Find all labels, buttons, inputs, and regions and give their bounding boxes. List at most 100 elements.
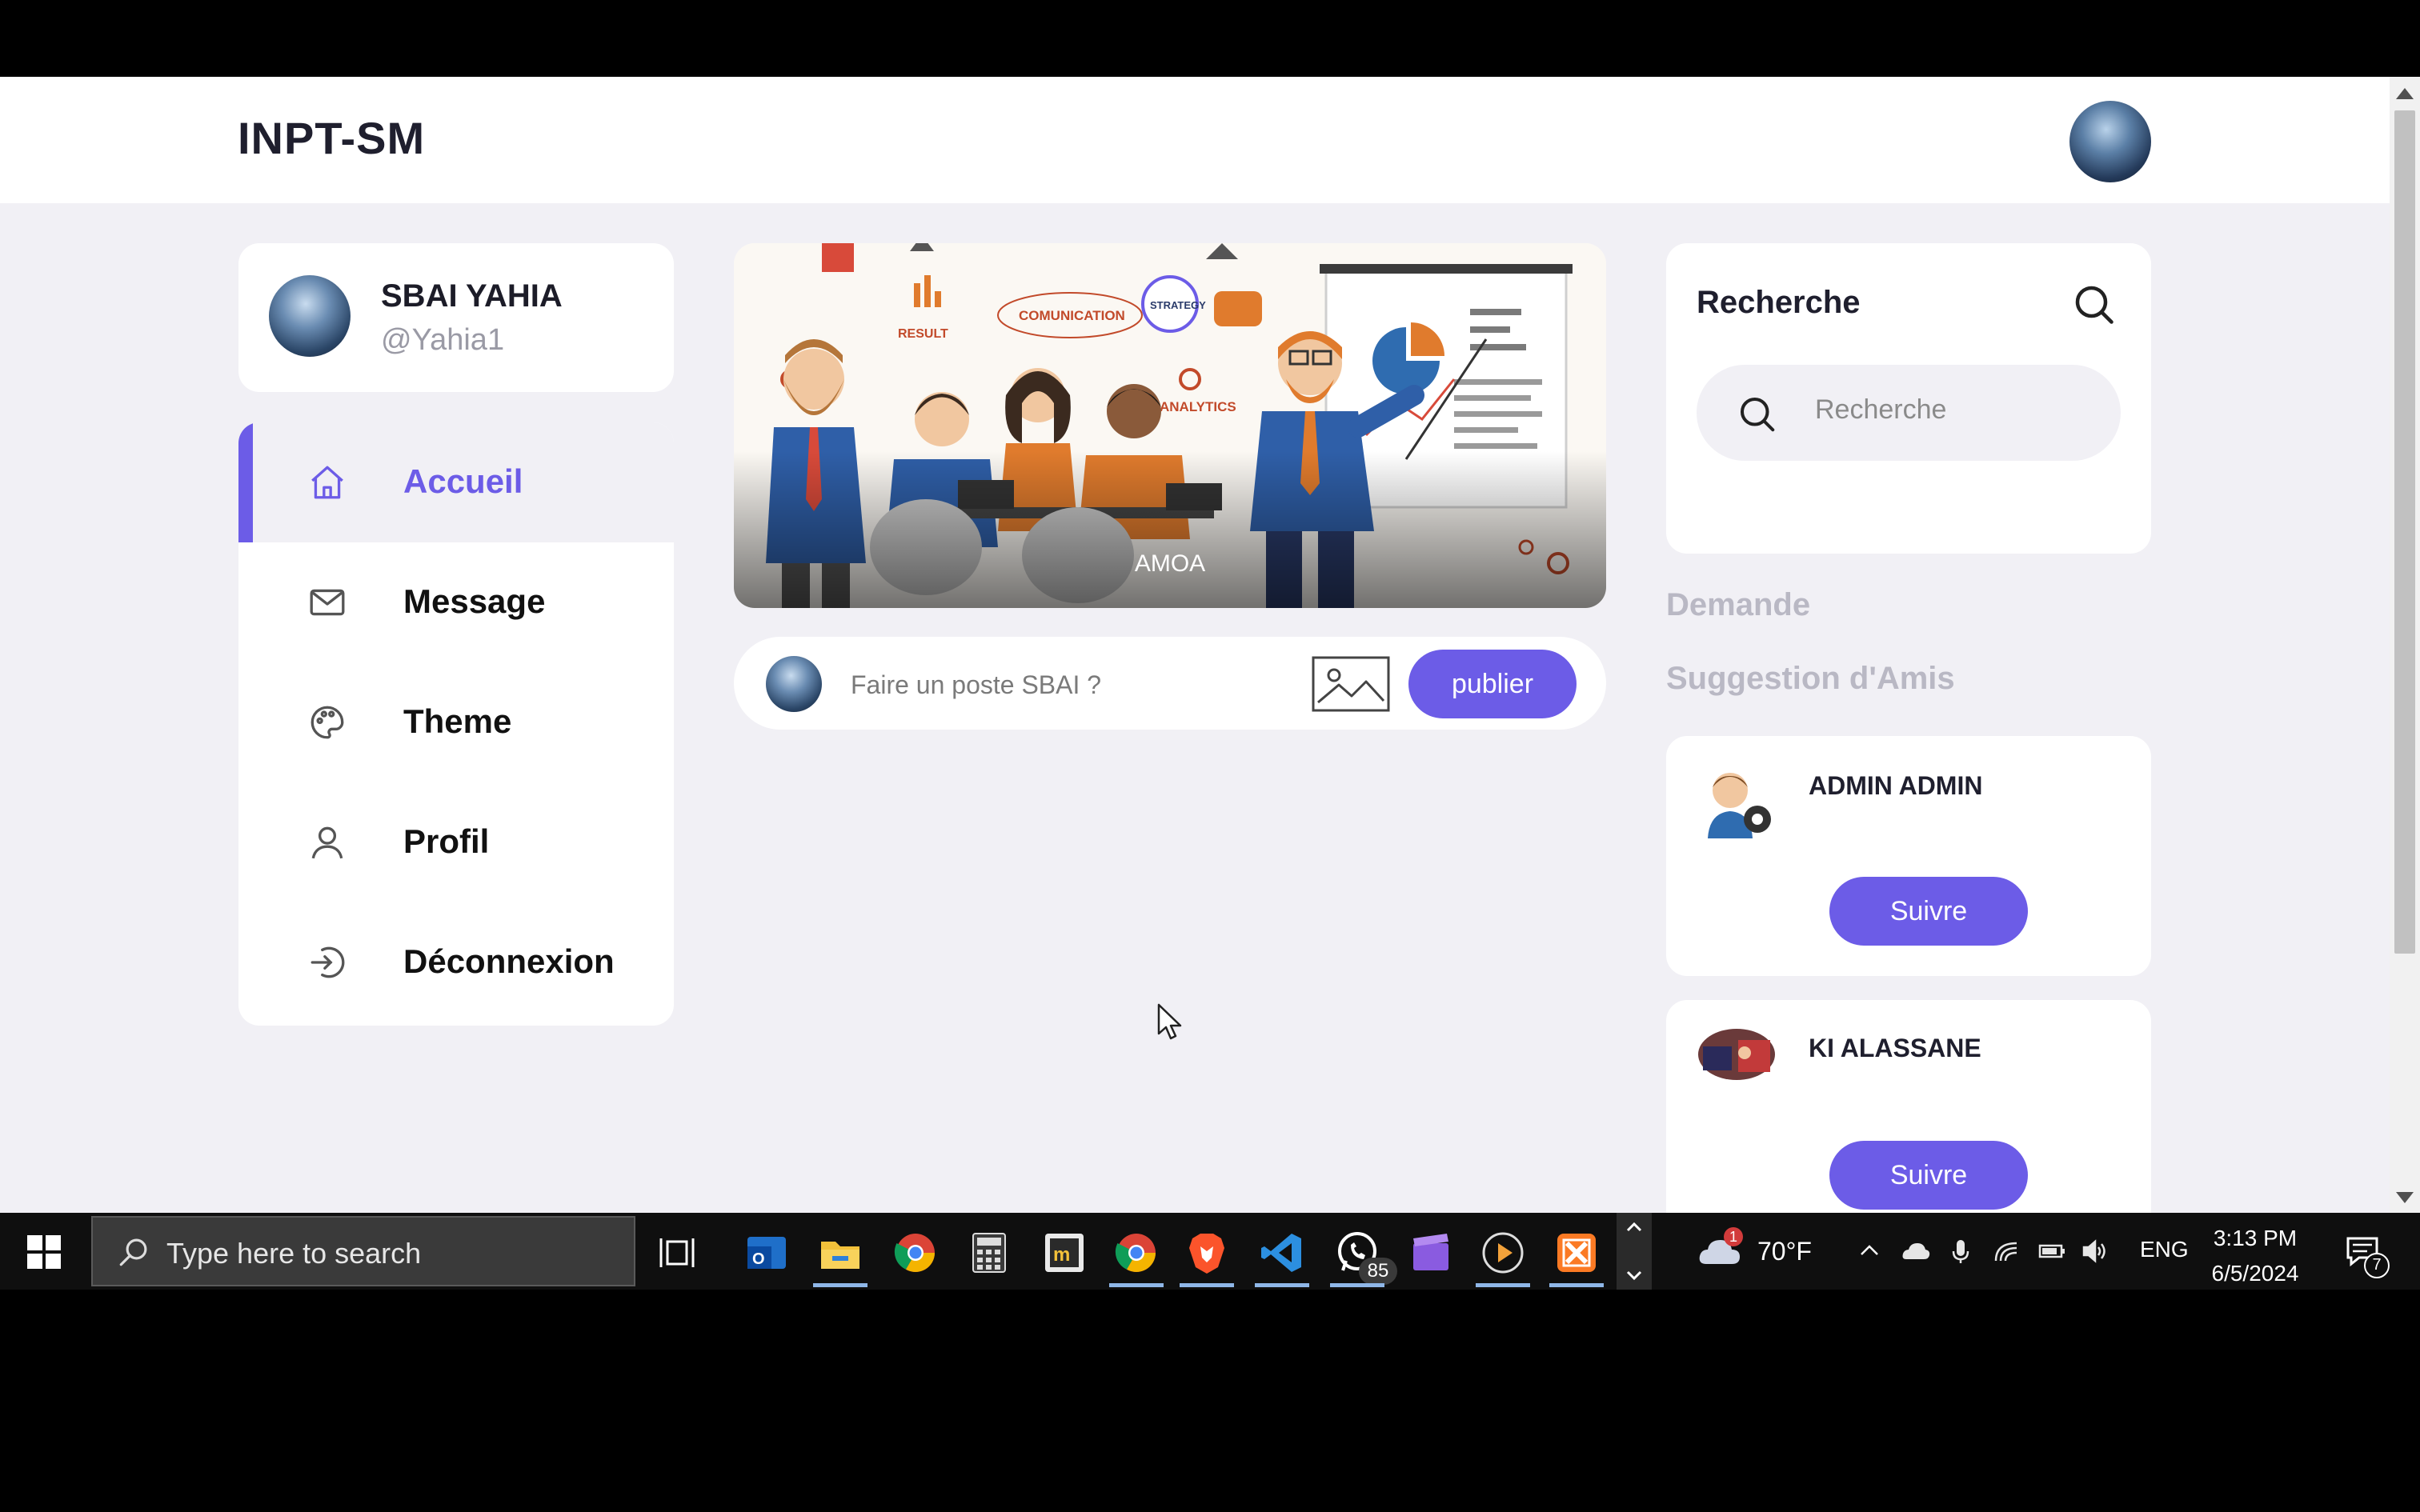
- taskbar-search-box[interactable]: Type here to search: [91, 1216, 635, 1286]
- active-app-indicator: [813, 1283, 867, 1287]
- language-indicator[interactable]: ENG: [2140, 1237, 2189, 1262]
- media-player-icon[interactable]: [1476, 1230, 1530, 1287]
- video-editor-icon[interactable]: [1408, 1230, 1453, 1275]
- top-navbar: INPT-SM: [0, 77, 2390, 203]
- top-avatar[interactable]: [2069, 101, 2151, 182]
- friend-avatar[interactable]: [1697, 1029, 1777, 1101]
- friend-avatar[interactable]: [1697, 766, 1777, 838]
- search-icon[interactable]: [2069, 280, 2118, 328]
- chevron-up-icon[interactable]: [1855, 1237, 1884, 1266]
- friend-suggestion-card: ADMIN ADMIN Suivre: [1666, 736, 2151, 976]
- sidebar-item-label: Message: [403, 582, 546, 620]
- doodle-communication: COMUNICATION: [1019, 308, 1125, 323]
- user-icon: [311, 826, 343, 859]
- xampp-icon[interactable]: [1549, 1230, 1604, 1287]
- brave-browser-icon[interactable]: [1180, 1230, 1234, 1287]
- story-card[interactable]: RESULT COMUNICATION STRATEGY ANALYTICS A…: [734, 243, 1606, 608]
- profile-avatar: [269, 275, 351, 357]
- active-app-indicator: [1330, 1283, 1384, 1287]
- mouse-cursor-icon: [1157, 1003, 1182, 1040]
- sidebar-item-message[interactable]: Message: [238, 542, 674, 662]
- publish-button[interactable]: publier: [1408, 650, 1577, 718]
- suggestions-heading: Suggestion d'Amis: [1666, 661, 1955, 696]
- taskbar-scroll-arrows[interactable]: [1617, 1213, 1652, 1290]
- onedrive-icon[interactable]: [1901, 1237, 1930, 1266]
- sidebar-item-profil[interactable]: Profil: [238, 782, 674, 902]
- palette-icon: [311, 706, 344, 739]
- vscode-icon[interactable]: [1255, 1230, 1309, 1287]
- scroll-up-arrow-icon[interactable]: [2396, 88, 2414, 99]
- follow-button[interactable]: Suivre: [1829, 1141, 2028, 1210]
- sidebar-item-label: Profil: [403, 822, 490, 860]
- chrome-icon[interactable]: [1109, 1230, 1164, 1287]
- story-label: AMOA: [1134, 550, 1206, 577]
- os-taskbar: Type here to search O m 85 1 70°F ENG 3:…: [0, 1213, 2420, 1290]
- active-app-indicator: [1180, 1283, 1234, 1287]
- post-input[interactable]: [849, 664, 1284, 706]
- weather-badge: 1: [1724, 1227, 1743, 1246]
- outlook-icon[interactable]: O: [744, 1230, 789, 1275]
- sidebar-item-accueil[interactable]: Accueil: [238, 422, 674, 542]
- wifi-icon[interactable]: [1993, 1237, 2021, 1266]
- chevron-up-icon: [1626, 1222, 1642, 1232]
- scroll-thumb[interactable]: [2394, 110, 2415, 954]
- search-field[interactable]: [1697, 365, 2121, 461]
- active-app-indicator: [1476, 1283, 1530, 1287]
- story-overlay: [734, 451, 1606, 608]
- whatsapp-badge: 85: [1359, 1258, 1397, 1285]
- friend-name: KI ALASSANE: [1809, 1034, 1981, 1062]
- calculator-icon[interactable]: [967, 1230, 1012, 1275]
- browser-viewport: INPT-SM SBAI YAHIA @Yahia1 Accueil Messa…: [0, 77, 2420, 1213]
- profile-card[interactable]: SBAI YAHIA @Yahia1: [238, 243, 674, 392]
- brand-logo[interactable]: INPT-SM: [238, 112, 425, 164]
- profile-name: SBAI YAHIA: [381, 278, 563, 314]
- taskbar-search-placeholder: Type here to search: [166, 1237, 422, 1270]
- battery-icon[interactable]: [2037, 1237, 2066, 1266]
- active-app-indicator: [1255, 1283, 1309, 1287]
- svg-text:m: m: [1053, 1244, 1070, 1266]
- image-upload-icon[interactable]: [1312, 656, 1390, 712]
- page-scrollbar[interactable]: [2390, 77, 2420, 1213]
- notifications-badge: 7: [2364, 1253, 2390, 1278]
- scroll-down-arrow-icon[interactable]: [2396, 1192, 2414, 1203]
- temperature-readout[interactable]: 70°F: [1757, 1237, 1812, 1266]
- app-tile-icon[interactable]: m: [1042, 1230, 1087, 1275]
- clock-time: 3:13 PM: [2213, 1226, 2298, 1250]
- sidebar-menu: Accueil Message Theme Profil Déconnexion: [238, 422, 674, 1026]
- whatsapp-icon[interactable]: 85: [1330, 1230, 1397, 1287]
- friend-name: ADMIN ADMIN: [1809, 771, 1983, 800]
- doodle-result: RESULT: [898, 327, 948, 341]
- active-app-indicator: [1109, 1283, 1164, 1287]
- notifications-icon[interactable]: 7: [2343, 1232, 2390, 1278]
- friend-suggestion-card: KI ALASSANE Suivre: [1666, 1000, 2151, 1213]
- sidebar-item-deconnexion[interactable]: Déconnexion: [238, 902, 674, 1022]
- create-post-box: publier: [734, 637, 1606, 730]
- sidebar-item-theme[interactable]: Theme: [238, 662, 674, 782]
- file-explorer-icon[interactable]: [813, 1230, 867, 1287]
- sidebar-item-label: Déconnexion: [403, 942, 615, 980]
- post-avatar: [766, 656, 822, 712]
- volume-icon[interactable]: [2081, 1237, 2109, 1266]
- profile-handle: @Yahia1: [381, 323, 505, 357]
- active-app-indicator: [1549, 1283, 1604, 1287]
- chrome-icon[interactable]: [893, 1230, 938, 1275]
- task-view-icon[interactable]: [656, 1230, 701, 1275]
- weather-icon[interactable]: 1: [1697, 1227, 1743, 1270]
- search-icon: [1740, 397, 1775, 432]
- doodle-analytics: ANALYTICS: [1160, 399, 1236, 414]
- follow-button[interactable]: Suivre: [1829, 877, 2028, 946]
- taskbar-clock[interactable]: 3:13 PM 6/5/2024: [2196, 1221, 2314, 1291]
- active-indicator: [238, 422, 253, 542]
- chevron-down-icon: [1626, 1270, 1642, 1281]
- search-icon: [119, 1238, 147, 1266]
- windows-start-icon[interactable]: [27, 1235, 61, 1269]
- home-icon: [311, 466, 343, 499]
- search-card: Recherche: [1666, 243, 2151, 554]
- microphone-icon[interactable]: [1946, 1237, 1975, 1266]
- sidebar-item-label: Accueil: [403, 462, 523, 500]
- sidebar-item-label: Theme: [403, 702, 512, 740]
- mail-icon: [310, 589, 345, 616]
- requests-heading: Demande: [1666, 587, 1811, 622]
- search-input[interactable]: [1813, 389, 2105, 430]
- clock-date: 6/5/2024: [2211, 1261, 2299, 1286]
